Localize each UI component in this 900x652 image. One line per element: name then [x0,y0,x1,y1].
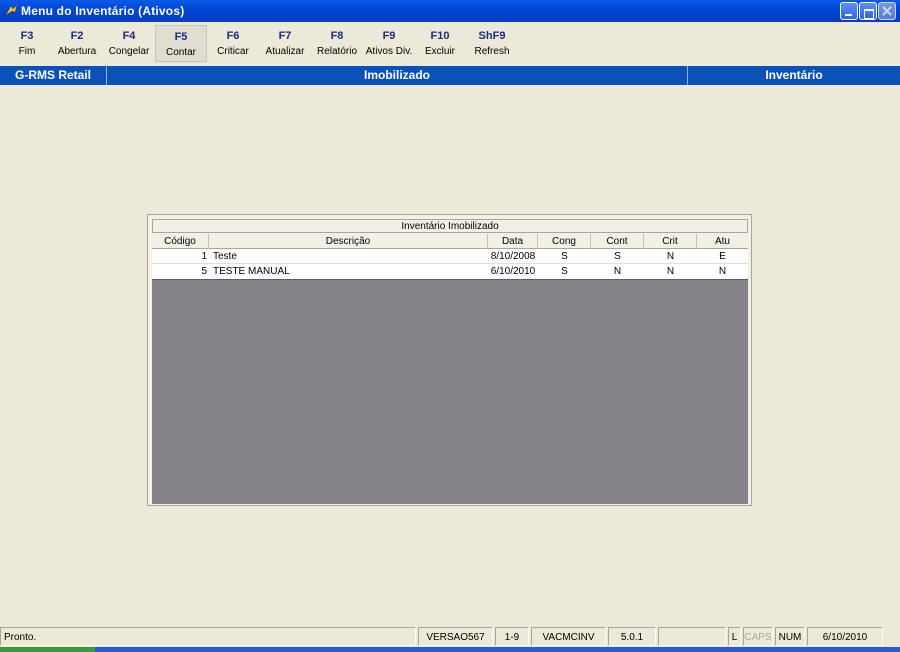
shortcut-key: F9 [382,30,396,42]
cell-codigo: 5 [201,266,207,277]
relatorio-button[interactable]: F8 Relatório [311,25,363,62]
cell-descricao: TESTE MANUAL [213,266,290,277]
button-label: Abertura [57,46,97,57]
status-range: 1-9 [495,627,529,646]
app-icon [5,3,18,16]
cell-atu: N [718,266,727,277]
window-title: Menu do Inventário (Ativos) [21,4,185,18]
status-version: VERSAO567 [418,627,493,646]
congelar-button[interactable]: F4 Congelar [103,25,155,62]
cell-codigo: 1 [201,251,207,262]
table-row[interactable]: 1 Teste 8/10/2008 S S N E [152,249,748,264]
shortcut-key: F6 [226,30,240,42]
shortcut-key: F2 [70,30,84,42]
fim-button[interactable]: F3 Fim [1,25,53,62]
cell-data: 8/10/2008 [490,251,536,262]
module-header-bar: G-RMS Retail Imobilizado Inventário [0,66,900,85]
column-header-atu[interactable]: Atu [697,234,748,249]
window-title-bar[interactable]: Menu do Inventário (Ativos) [0,0,900,22]
header-function-name: Inventário [765,68,823,82]
cell-cong: S [561,266,568,277]
contar-button[interactable]: F5 Contar [155,25,207,62]
shortcut-key: F5 [174,31,188,43]
abertura-button[interactable]: F2 Abertura [51,25,103,62]
toolbar: F3 Fim F2 Abertura F4 Congelar F5 Contar F6 C… [0,22,900,65]
inventory-grid-panel: Inventário Imobilizado Código Descrição … [147,214,752,506]
status-module: VACMCINV [531,627,606,646]
button-label: Criticar [217,46,249,57]
restore-button[interactable] [859,2,877,20]
cell-crit: N [666,251,675,262]
table-row[interactable]: 5 TESTE MANUAL 6/10/2010 S N N N [152,264,748,279]
shortcut-key: F8 [330,30,344,42]
button-label: Fim [18,46,36,57]
button-label: Contar [165,47,196,58]
status-caps-indicator: CAPS [743,627,773,646]
shortcut-key: F3 [20,30,34,42]
status-bar: Pronto. VERSAO567 1-9 VACMCINV 5.0.1 L C… [0,627,900,647]
status-date: 6/10/2010 [807,627,883,646]
cell-cont: N [613,266,622,277]
minimize-button[interactable] [840,2,858,20]
header-module-name: Imobilizado [364,68,430,82]
refresh-button[interactable]: ShF9 Refresh [466,25,518,62]
grid-title: Inventário Imobilizado [152,219,748,233]
cell-data: 6/10/2010 [490,266,536,277]
column-header-cong[interactable]: Cong [538,234,591,249]
status-empty-pane [658,627,726,646]
cell-atu: E [719,251,726,262]
cell-cont: S [614,251,621,262]
button-label: Refresh [474,46,510,57]
column-header-crit[interactable]: Crit [644,234,697,249]
grid-empty-area[interactable] [152,279,748,504]
button-label: Ativos Div. [365,46,413,57]
button-label: Atualizar [265,46,305,57]
cell-cong: S [561,251,568,262]
button-label: Relatório [316,46,358,57]
shortcut-key: F7 [278,30,292,42]
ativos-div-button[interactable]: F9 Ativos Div. [363,25,415,62]
close-icon [882,6,892,16]
column-header-cont[interactable]: Cont [591,234,644,249]
column-header-data[interactable]: Data [488,234,538,249]
shortcut-key: F4 [122,30,136,42]
close-button[interactable] [878,2,896,20]
column-header-codigo[interactable]: Código [152,234,209,249]
cell-descricao: Teste [213,251,237,262]
column-header-descricao[interactable]: Descrição [209,234,488,249]
shortcut-key: F10 [430,30,450,42]
status-release: 5.0.1 [608,627,656,646]
status-message: Pronto. [0,627,416,646]
atualizar-button[interactable]: F7 Atualizar [259,25,311,62]
criticar-button[interactable]: F6 Criticar [207,25,259,62]
cell-crit: N [666,266,675,277]
button-label: Excluir [424,46,455,57]
status-l-indicator: L [728,627,741,646]
status-num-indicator: NUM [775,627,805,646]
grid-header-row: Código Descrição Data Cong Cont Crit Atu [152,234,748,249]
taskbar-edge [0,647,900,652]
header-system-name: G-RMS Retail [14,68,91,82]
shortcut-key: ShF9 [478,30,506,42]
button-label: Congelar [108,46,150,57]
excluir-button[interactable]: F10 Excluir [414,25,466,62]
